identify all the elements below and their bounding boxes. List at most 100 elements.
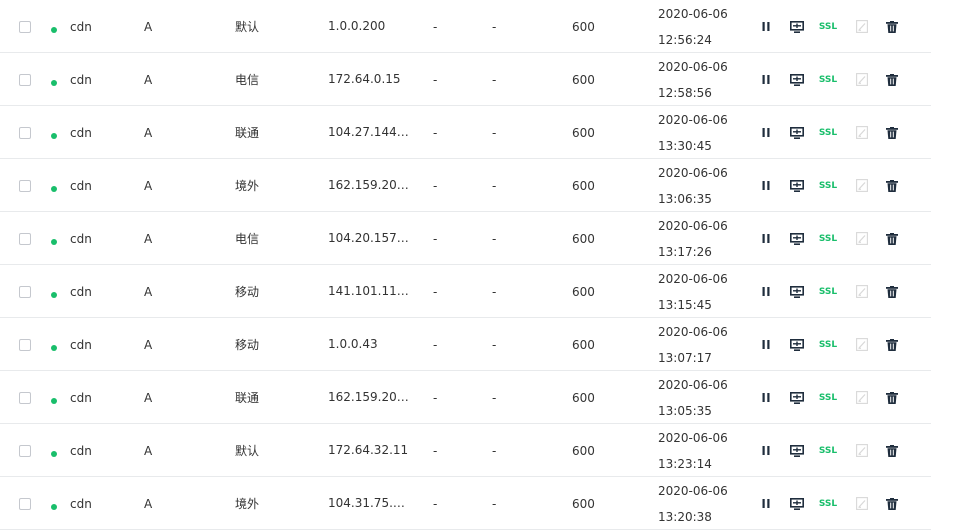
row-checkbox[interactable] (19, 0, 31, 53)
edit-button[interactable] (855, 212, 869, 265)
edit-icon (856, 391, 868, 404)
delete-button[interactable] (885, 212, 899, 265)
pause-icon (762, 446, 770, 455)
ssl-button[interactable]: SSL (819, 477, 837, 530)
pause-icon (762, 22, 770, 31)
pause-button[interactable] (760, 106, 772, 159)
delete-button[interactable] (885, 53, 899, 106)
monitor-button[interactable] (789, 265, 804, 318)
ssl-button[interactable]: SSL (819, 159, 837, 212)
host-record: cdn (70, 19, 92, 34)
delete-button[interactable] (885, 371, 899, 424)
pause-button[interactable] (760, 0, 772, 53)
edit-button[interactable] (855, 106, 869, 159)
record-type: A (144, 284, 153, 299)
row-checkbox[interactable] (19, 159, 31, 212)
ssl-button[interactable]: SSL (819, 53, 837, 106)
ssl-button[interactable]: SSL (819, 265, 837, 318)
pause-button[interactable] (760, 477, 772, 530)
monitor-button[interactable] (789, 106, 804, 159)
row-checkbox[interactable] (19, 371, 31, 424)
record-value: 162.159.209.1... (328, 178, 412, 192)
monitor-button[interactable] (789, 318, 804, 371)
edit-icon (856, 285, 868, 298)
pause-icon (762, 75, 770, 84)
weight: - (492, 19, 497, 34)
delete-button[interactable] (885, 477, 899, 530)
monitor-button[interactable] (789, 53, 804, 106)
monitor-icon (789, 126, 804, 139)
line-type: 境外 (235, 179, 260, 193)
monitor-button[interactable] (789, 477, 804, 530)
status-dot (51, 106, 57, 159)
ssl-button[interactable]: SSL (819, 371, 837, 424)
edit-button[interactable] (855, 424, 869, 477)
ssl-button[interactable]: SSL (819, 212, 837, 265)
edit-icon (856, 232, 868, 245)
edit-button[interactable] (855, 371, 869, 424)
trash-icon (886, 391, 898, 404)
record-value: 1.0.0.43 (328, 337, 378, 351)
trash-icon (886, 497, 898, 510)
record-value: 162.159.208.40 (328, 390, 412, 404)
pause-button[interactable] (760, 424, 772, 477)
monitor-icon (789, 444, 804, 457)
delete-button[interactable] (885, 318, 899, 371)
delete-button[interactable] (885, 424, 899, 477)
table-row: cdn A 境外 104.31.75.179 - - 600 2020-06-0… (0, 477, 931, 530)
pause-button[interactable] (760, 53, 772, 106)
status-dot (51, 318, 57, 371)
weight: - (492, 72, 497, 87)
delete-button[interactable] (885, 106, 899, 159)
row-checkbox[interactable] (19, 477, 31, 530)
pause-button[interactable] (760, 159, 772, 212)
pause-button[interactable] (760, 318, 772, 371)
ssl-button[interactable]: SSL (819, 424, 837, 477)
row-checkbox[interactable] (19, 265, 31, 318)
pause-icon (762, 393, 770, 402)
line-type: 移动 (235, 338, 260, 352)
edit-button[interactable] (855, 53, 869, 106)
row-checkbox[interactable] (19, 212, 31, 265)
updated-time: 2020-06-06 13:17:26 (658, 212, 728, 265)
pause-button[interactable] (760, 265, 772, 318)
ssl-button[interactable]: SSL (819, 0, 837, 53)
updated-clock: 13:30:45 (658, 138, 712, 153)
line-type: 电信 (235, 232, 260, 246)
delete-button[interactable] (885, 265, 899, 318)
edit-button[interactable] (855, 159, 869, 212)
edit-button[interactable] (855, 0, 869, 53)
monitor-button[interactable] (789, 0, 804, 53)
trash-icon (886, 338, 898, 351)
updated-date: 2020-06-06 (658, 165, 728, 180)
line-type: 电信 (235, 73, 260, 87)
ttl: 600 (572, 125, 595, 140)
host-record: cdn (70, 125, 92, 140)
monitor-button[interactable] (789, 371, 804, 424)
edit-icon (856, 444, 868, 457)
delete-button[interactable] (885, 159, 899, 212)
monitor-button[interactable] (789, 159, 804, 212)
row-checkbox[interactable] (19, 424, 31, 477)
table-row: cdn A 移动 1.0.0.43 - - 600 2020-06-06 13:… (0, 318, 931, 371)
line-type: 境外 (235, 497, 260, 511)
monitor-icon (789, 73, 804, 86)
ssl-button[interactable]: SSL (819, 318, 837, 371)
row-checkbox[interactable] (19, 53, 31, 106)
edit-button[interactable] (855, 318, 869, 371)
monitor-button[interactable] (789, 212, 804, 265)
delete-button[interactable] (885, 0, 899, 53)
ssl-button[interactable]: SSL (819, 106, 837, 159)
monitor-button[interactable] (789, 424, 804, 477)
row-checkbox[interactable] (19, 318, 31, 371)
mx-priority: - (433, 496, 438, 511)
line-type: 联通 (235, 126, 260, 140)
updated-date: 2020-06-06 (658, 59, 728, 74)
mx-priority: - (433, 443, 438, 458)
pause-button[interactable] (760, 212, 772, 265)
pause-icon (762, 128, 770, 137)
row-checkbox[interactable] (19, 106, 31, 159)
edit-button[interactable] (855, 265, 869, 318)
edit-button[interactable] (855, 477, 869, 530)
pause-button[interactable] (760, 371, 772, 424)
